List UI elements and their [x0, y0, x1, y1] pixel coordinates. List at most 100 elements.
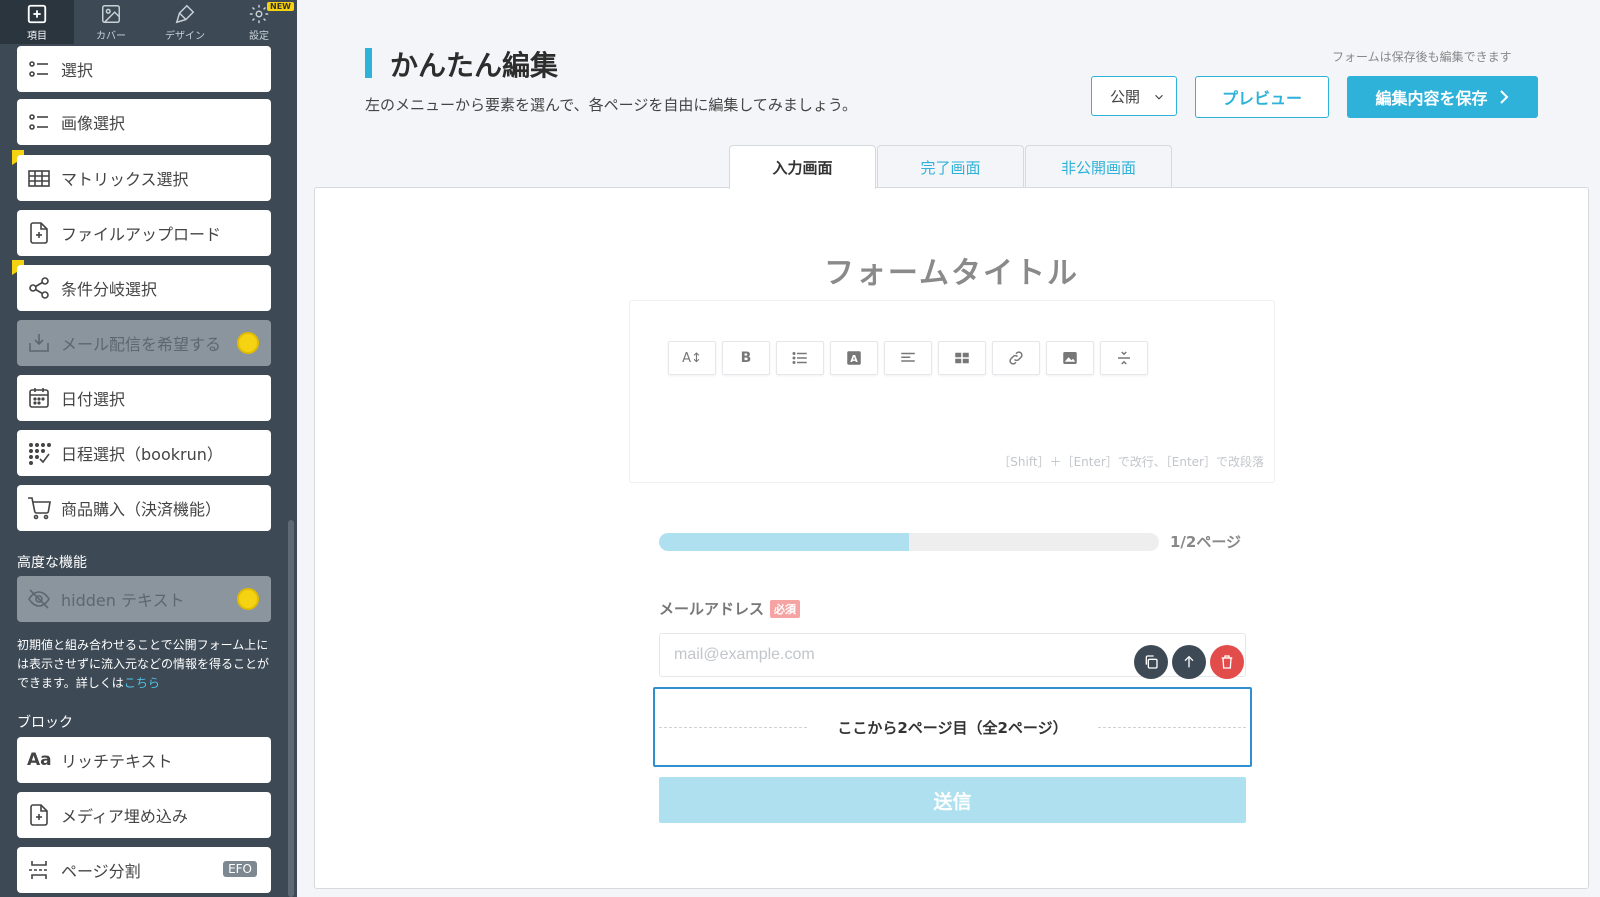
tab-label: 非公開画面 [1060, 158, 1136, 177]
sidebar-item-file-upload[interactable]: ファイルアップロード [17, 210, 271, 256]
save-button[interactable]: 編集内容を保存 [1347, 76, 1538, 118]
sidebar-item-purchase[interactable]: 商品購入（決済機能） [17, 485, 271, 531]
table-icon [955, 352, 969, 364]
tab-cover-label: カバー [96, 30, 126, 42]
delete-button[interactable] [1210, 645, 1244, 679]
divider-button[interactable] [1100, 341, 1148, 375]
duplicate-button[interactable] [1134, 645, 1168, 679]
visibility-select[interactable]: 公開 [1091, 76, 1177, 116]
sidebar-item-label: リッチテキスト [61, 752, 173, 771]
tab-complete-screen[interactable]: 完了画面 [877, 145, 1024, 188]
sidebar-item-branch-select[interactable]: 条件分岐選択 [17, 265, 271, 311]
bold-button[interactable]: B [722, 341, 770, 375]
share-icon [29, 277, 49, 299]
progress-label: 1/2ページ [1170, 533, 1242, 551]
table-button[interactable] [938, 341, 986, 375]
add-square-icon [27, 4, 47, 23]
image-button[interactable] [1046, 341, 1094, 375]
tab-design[interactable]: デザイン [148, 0, 222, 44]
save-button-label: 編集内容を保存 [1375, 89, 1488, 108]
sidebar-item-rich-text[interactable]: Aa リッチテキスト [17, 737, 271, 783]
tab-label: 完了画面 [920, 158, 981, 177]
link-icon [1009, 351, 1023, 365]
list-icon [29, 61, 48, 77]
progress-bar [659, 533, 1159, 551]
eye-off-icon [28, 589, 50, 609]
tab-settings-label: 設定 [249, 30, 269, 42]
sidebar-item-label: メール配信を希望する [61, 335, 222, 354]
hidden-text-note-link[interactable]: こちら [124, 676, 160, 690]
advanced-heading: 高度な機能 [17, 555, 87, 571]
copy-icon [1145, 655, 1158, 669]
tab-items-label: 項目 [27, 30, 47, 42]
sidebar-item-label: hidden テキスト [61, 591, 185, 610]
tab-cover[interactable]: カバー [74, 0, 148, 44]
rich-text-editor[interactable]: A↕ B A ［Shift］＋［Enter］で改行、［Enter］で改段落 [629, 300, 1275, 483]
link-button[interactable] [992, 341, 1040, 375]
tab-input-screen[interactable]: 入力画面 [729, 145, 876, 189]
svg-text:A: A [850, 354, 858, 365]
sidebar-item-label: 商品購入（決済機能） [61, 500, 222, 519]
sidebar-item-page-split[interactable]: ページ分割 EFO [17, 847, 271, 893]
table-icon [28, 170, 50, 187]
sidebar-scrollbar[interactable] [288, 520, 294, 897]
new-badge: NEW [267, 2, 294, 11]
text-color-button[interactable]: A [830, 341, 878, 375]
editor-hint: ［Shift］＋［Enter］で改行、［Enter］で改段落 [998, 455, 1264, 469]
page-subtitle: 左のメニューから要素を選んで、各ページを自由に編集してみましょう。 [365, 96, 858, 114]
sidebar-item-mail-subscribe[interactable]: メール配信を希望する [17, 320, 271, 366]
sidebar-item-media-embed[interactable]: メディア埋め込み [17, 792, 271, 838]
tab-design-label: デザイン [165, 30, 205, 42]
premium-coin-icon [237, 332, 259, 354]
chevron-down-icon [1155, 94, 1163, 100]
sidebar-item-label: メディア埋め込み [61, 807, 188, 826]
sidebar-tab-bar: 項目 カバー デザイン 設定 NEW [0, 0, 297, 44]
divider [1098, 727, 1246, 728]
sidebar-item-select[interactable]: 選択 [17, 46, 271, 92]
email-label: メールアドレス 必須 [659, 598, 801, 619]
hidden-text-note: 初期値と組み合わせることで公開フォーム上には表示させずに流入元などの情報を得るこ… [17, 636, 275, 693]
email-label-text: メールアドレス [659, 600, 765, 618]
form-canvas: フォームタイトル A↕ B A ［Shift］＋［Enter］で改行、［Ente… [314, 187, 1589, 889]
sidebar-item-label: マトリックス選択 [61, 170, 189, 189]
image-icon [102, 4, 120, 23]
bullet-list-button[interactable] [776, 341, 824, 375]
save-note: フォームは保存後も編集できます [1332, 50, 1512, 64]
progress-fill [659, 533, 909, 551]
sidebar-item-matrix-select[interactable]: マトリックス選択 [17, 155, 271, 201]
calendar-icon [29, 388, 49, 408]
tab-items[interactable]: 項目 [0, 0, 74, 44]
tab-label: 入力画面 [772, 159, 833, 177]
font-size-button[interactable]: A↕ [668, 341, 716, 375]
text-color-icon: A [847, 351, 861, 365]
sidebar-item-hidden-text[interactable]: hidden テキスト [17, 576, 271, 622]
efo-badge: EFO [223, 861, 257, 877]
image-icon [1063, 352, 1077, 364]
page-break-block[interactable]: ここから2ページ目（全2ページ） [653, 687, 1252, 767]
sidebar-item-label: 日付選択 [61, 390, 126, 409]
sidebar-item-image-select[interactable]: 画像選択 [17, 99, 271, 145]
chevron-right-icon [1499, 90, 1508, 104]
tab-private-screen[interactable]: 非公開画面 [1025, 145, 1172, 188]
dots-check-icon [28, 442, 51, 465]
align-left-icon [901, 352, 915, 362]
move-up-button[interactable] [1172, 645, 1206, 679]
required-badge: 必須 [770, 599, 801, 618]
trash-icon [1221, 655, 1233, 669]
premium-coin-icon [237, 588, 259, 610]
sidebar-item-label: 条件分岐選択 [61, 280, 158, 299]
bullet-list-icon [792, 352, 807, 364]
tab-settings[interactable]: 設定 NEW [222, 0, 296, 44]
file-plus-icon [30, 222, 48, 244]
form-title[interactable]: フォームタイトル [315, 248, 1588, 292]
visibility-value: 公開 [1110, 87, 1141, 106]
brush-icon [175, 4, 195, 23]
sidebar-item-schedule-select[interactable]: 日程選択（bookrun） [17, 430, 271, 476]
preview-button[interactable]: プレビュー [1195, 76, 1329, 118]
align-button[interactable] [884, 341, 932, 375]
sidebar: 項目 カバー デザイン 設定 NEW 選択 画像選択 マトリックス選択 ファイル… [0, 0, 297, 897]
submit-button[interactable]: 送信 [659, 777, 1246, 823]
submit-button-label: 送信 [933, 790, 972, 813]
sidebar-item-date-select[interactable]: 日付選択 [17, 375, 271, 421]
preview-button-label: プレビュー [1221, 89, 1302, 108]
